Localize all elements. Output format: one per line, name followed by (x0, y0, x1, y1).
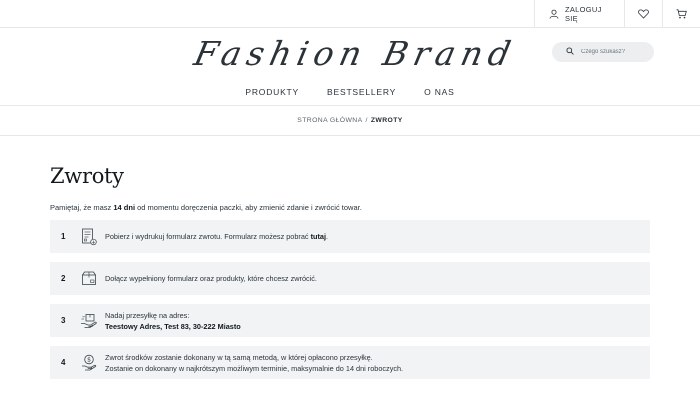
page-title: Zwroty (50, 164, 124, 188)
money-refund-icon: $ (75, 354, 103, 371)
user-icon (549, 9, 559, 19)
search-icon[interactable] (566, 47, 574, 57)
return-steps-list: 1 Pobierz i wydrukuj formularz zwrotu. F… (50, 220, 650, 379)
step-line: Nadaj przesyłkę na adres: (105, 310, 190, 320)
brand-logo[interactable]: Fashion Brand (190, 34, 519, 73)
step-number: 4 (61, 358, 66, 367)
cart-icon (676, 8, 687, 19)
heart-icon (638, 8, 649, 19)
login-label: ZALOGUJ SIĘ (565, 4, 602, 23)
step-item: 4 $ Zwrot środków zostanie dokonany w tą… (50, 346, 650, 379)
login-link[interactable]: ZALOGUJ SIĘ (534, 0, 624, 27)
step-text: Zwrot środków zostanie dokonany w tą sam… (103, 352, 403, 374)
breadcrumb-current: ZWROTY (370, 117, 403, 124)
breadcrumb-home[interactable]: STRONA GŁÓWNA (297, 117, 362, 124)
step-line-end: . (326, 232, 329, 241)
wishlist-button[interactable] (624, 0, 662, 27)
nav-item-bestsellery[interactable]: BESTSELLERY (327, 87, 396, 97)
step-number: 2 (61, 274, 66, 283)
svg-text:$: $ (87, 357, 91, 364)
step-text: Dołącz wypełniony formularz oraz produkt… (103, 273, 317, 284)
cart-button[interactable] (662, 0, 700, 27)
step-line: Pobierz i wydrukuj formularz zwrotu. For… (105, 232, 311, 241)
step-item: 3 Nadaj przesyłkę na adres: Teestowy Adr… (50, 304, 650, 337)
step-number: 1 (61, 232, 66, 241)
intro-text: Pamiętaj, że masz 14 dni od momentu dorę… (50, 203, 650, 212)
shipping-hand-icon (75, 313, 103, 329)
return-address: Teestowy Adres, Test 83, 30-222 Miasto (105, 321, 241, 331)
form-document-icon (75, 228, 103, 246)
step-item: 2 Dołącz wypełniony formularz oraz produ… (50, 262, 650, 295)
step-line: Zwrot środków zostanie dokonany w tą sam… (105, 352, 373, 362)
intro-bold: 14 dni (113, 203, 136, 212)
package-box-icon (75, 271, 103, 286)
step-number: 3 (61, 316, 66, 325)
step-text: Nadaj przesyłkę na adres: Teestowy Adres… (103, 310, 241, 332)
download-form-link[interactable]: tutaj (311, 232, 326, 241)
breadcrumb: STRONA GŁÓWNA / ZWROTY (0, 106, 700, 136)
main-nav: PRODUKTY BESTSELLERY O NAS (0, 78, 700, 106)
top-utility-bar: ZALOGUJ SIĘ (0, 0, 700, 28)
nav-item-o-nas[interactable]: O NAS (424, 87, 454, 97)
step-text: Pobierz i wydrukuj formularz zwrotu. For… (103, 231, 328, 242)
step-line: Zostanie on dokonany w najkrótszym możli… (105, 363, 404, 373)
nav-item-produkty[interactable]: PRODUKTY (245, 87, 299, 97)
step-item: 1 Pobierz i wydrukuj formularz zwrotu. F… (50, 220, 650, 253)
main-content: Zwroty Pamiętaj, że masz 14 dni od momen… (0, 136, 700, 379)
breadcrumb-separator: / (365, 117, 368, 124)
step-line: Dołącz wypełniony formularz oraz produkt… (105, 274, 317, 283)
brand-row: Fashion Brand (0, 28, 700, 78)
intro-before: Pamiętaj, że masz (50, 203, 114, 212)
intro-after: od momentu doręczenia paczki, aby zmieni… (135, 203, 362, 212)
search-input[interactable] (581, 49, 651, 55)
search-box[interactable] (552, 42, 654, 62)
